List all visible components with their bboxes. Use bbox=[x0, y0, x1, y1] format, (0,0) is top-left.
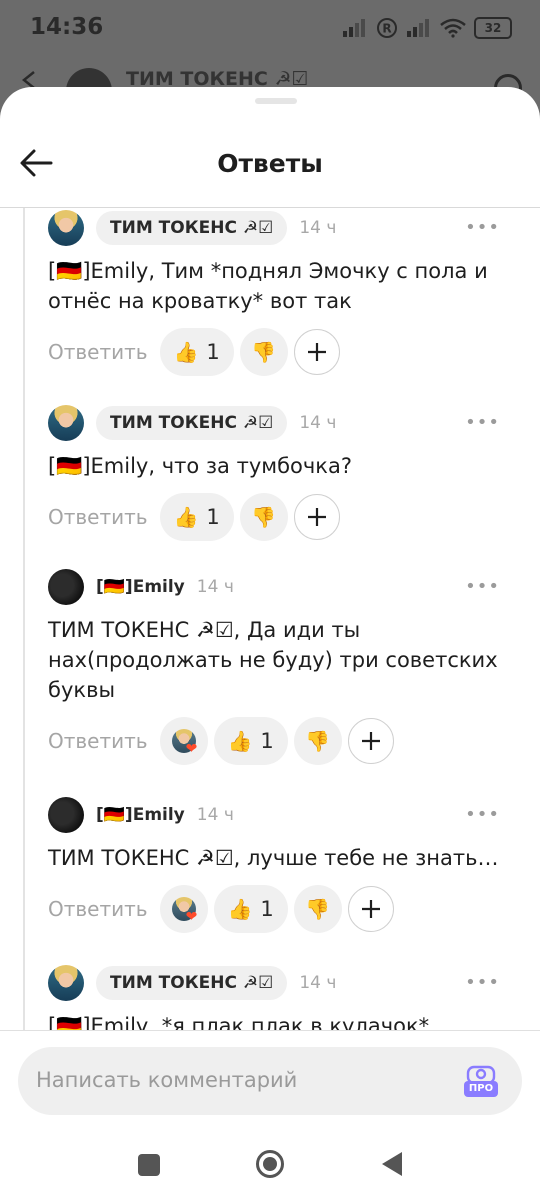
comment: ТИМ ТОКЕНС ☭☑ 14 ч ••• [🇩🇪]Emily, что за… bbox=[48, 405, 518, 541]
signal-2-icon bbox=[407, 19, 429, 37]
comment-header: ТИМ ТОКЕНС ☭☑ 14 ч ••• bbox=[48, 965, 518, 1001]
comment: [🇩🇪]Emily 14 ч ••• ТИМ ТОКЕНС ☭☑, лучше … bbox=[48, 797, 518, 933]
comment-time: 14 ч bbox=[299, 218, 337, 238]
registered-icon: R bbox=[377, 18, 397, 38]
author-chip[interactable]: ТИМ ТОКЕНС ☭☑ bbox=[96, 211, 288, 245]
more-icon[interactable]: ••• bbox=[465, 219, 500, 237]
reply-button[interactable]: Ответить bbox=[48, 505, 148, 529]
thumbs-down-icon: 👎 bbox=[305, 729, 331, 753]
sheet-grabber[interactable] bbox=[255, 98, 297, 104]
comment-time: 14 ч bbox=[299, 973, 337, 993]
heart-icon: ❤ bbox=[185, 741, 198, 757]
like-count: 1 bbox=[206, 340, 220, 364]
plus-icon bbox=[307, 508, 326, 526]
comment-header: [🇩🇪]Emily 14 ч ••• bbox=[48, 569, 518, 605]
like-count: 1 bbox=[260, 897, 274, 921]
page-title: Ответы bbox=[217, 149, 323, 178]
thumbs-up-icon: 👍 bbox=[173, 505, 199, 529]
reply-button[interactable]: Ответить bbox=[48, 897, 148, 921]
comment-time: 14 ч bbox=[196, 577, 234, 597]
comment-header: [🇩🇪]Emily 14 ч ••• bbox=[48, 797, 518, 833]
comment-actions: Ответить ❤ 👍 1 👎 bbox=[48, 717, 518, 765]
battery-icon: 32 bbox=[474, 17, 512, 39]
pro-button[interactable]: ПРО bbox=[464, 1061, 498, 1101]
thumbs-up-icon: 👍 bbox=[227, 897, 253, 921]
status-bar: 14:36 R 32 bbox=[0, 0, 540, 58]
add-reaction-button[interactable] bbox=[293, 329, 340, 375]
more-icon[interactable]: ••• bbox=[465, 414, 500, 432]
like-button[interactable]: 👍 1 bbox=[159, 493, 234, 541]
like-count: 1 bbox=[206, 505, 220, 529]
like-count: 1 bbox=[260, 729, 274, 753]
svg-text:R: R bbox=[382, 22, 391, 36]
reactor-avatar-button[interactable]: ❤ bbox=[159, 885, 208, 933]
author-chip[interactable]: ТИМ ТОКЕНС ☭☑ bbox=[96, 406, 288, 440]
plus-icon bbox=[361, 900, 380, 918]
wifi-icon bbox=[440, 18, 466, 38]
dislike-button[interactable]: 👎 bbox=[239, 493, 288, 541]
author-name[interactable]: [🇩🇪]Emily bbox=[96, 577, 185, 597]
comment-actions: Ответить 👍 1 👎 bbox=[48, 328, 518, 376]
add-reaction-button[interactable] bbox=[347, 886, 394, 932]
add-reaction-button[interactable] bbox=[347, 718, 394, 764]
like-button[interactable]: 👍 1 bbox=[213, 717, 288, 765]
comment: [🇩🇪]Emily 14 ч ••• ТИМ ТОКЕНС ☭☑, Да иди… bbox=[48, 569, 518, 765]
plus-icon bbox=[361, 732, 380, 750]
dislike-button[interactable]: 👎 bbox=[293, 717, 342, 765]
reply-button[interactable]: Ответить bbox=[48, 340, 148, 364]
heart-icon: ❤ bbox=[185, 909, 198, 925]
dislike-button[interactable]: 👎 bbox=[239, 328, 288, 376]
reply-button[interactable]: Ответить bbox=[48, 729, 148, 753]
comment-actions: Ответить 👍 1 👎 bbox=[48, 493, 518, 541]
more-icon[interactable]: ••• bbox=[465, 974, 500, 992]
more-icon[interactable]: ••• bbox=[465, 806, 500, 824]
thread-line bbox=[23, 208, 25, 1032]
comment-text: ТИМ ТОКЕНС ☭☑, лучше тебе не знать… bbox=[48, 846, 499, 870]
author-chip[interactable]: ТИМ ТОКЕНС ☭☑ bbox=[96, 966, 288, 1000]
status-icons: R 32 bbox=[342, 14, 512, 42]
comment-input[interactable]: Написать комментарий ПРО bbox=[18, 1047, 522, 1115]
status-time: 14:36 bbox=[30, 14, 104, 40]
comment-text: ТИМ ТОКЕНС ☭☑, Да иди ты нах(продолжать … bbox=[48, 618, 498, 702]
thumbs-down-icon: 👎 bbox=[305, 897, 331, 921]
thumbs-up-icon: 👍 bbox=[173, 340, 199, 364]
dislike-button[interactable]: 👎 bbox=[293, 885, 342, 933]
header-divider bbox=[0, 207, 540, 208]
avatar[interactable] bbox=[48, 965, 84, 1001]
comment-time: 14 ч bbox=[196, 805, 234, 825]
comment-actions: Ответить ❤ 👍 1 👎 bbox=[48, 885, 518, 933]
avatar[interactable] bbox=[48, 797, 84, 833]
like-button[interactable]: 👍 1 bbox=[213, 885, 288, 933]
signal-icon bbox=[343, 19, 365, 37]
comment-input-placeholder: Написать комментарий bbox=[36, 1068, 298, 1092]
comment-text: [🇩🇪]Emily, что за тумбочка? bbox=[48, 454, 352, 478]
system-back-button[interactable] bbox=[382, 1152, 402, 1176]
like-button[interactable]: 👍 1 bbox=[159, 328, 234, 376]
home-button[interactable] bbox=[256, 1150, 284, 1178]
add-reaction-button[interactable] bbox=[293, 494, 340, 540]
more-icon[interactable]: ••• bbox=[465, 578, 500, 596]
avatar[interactable] bbox=[48, 210, 84, 246]
comment: ТИМ ТОКЕНС ☭☑ 14 ч ••• [🇩🇪]Emily, Тим *п… bbox=[48, 210, 518, 376]
comment-time: 14 ч bbox=[299, 413, 337, 433]
system-nav-bar bbox=[0, 1130, 540, 1200]
comment-header: ТИМ ТОКЕНС ☭☑ 14 ч ••• bbox=[48, 210, 518, 246]
thumbs-down-icon: 👎 bbox=[251, 505, 277, 529]
avatar[interactable] bbox=[48, 569, 84, 605]
reactor-avatar-button[interactable]: ❤ bbox=[159, 717, 208, 765]
comment-text: [🇩🇪]Emily, Тим *поднял Эмочку с пола и о… bbox=[48, 259, 488, 313]
comment-header: ТИМ ТОКЕНС ☭☑ 14 ч ••• bbox=[48, 405, 518, 441]
thumbs-down-icon: 👎 bbox=[251, 340, 277, 364]
author-name[interactable]: [🇩🇪]Emily bbox=[96, 805, 185, 825]
avatar[interactable] bbox=[48, 405, 84, 441]
plus-icon bbox=[307, 343, 326, 361]
thumbs-up-icon: 👍 bbox=[227, 729, 253, 753]
recents-button[interactable] bbox=[138, 1154, 160, 1176]
pro-badge: ПРО bbox=[464, 1081, 498, 1097]
